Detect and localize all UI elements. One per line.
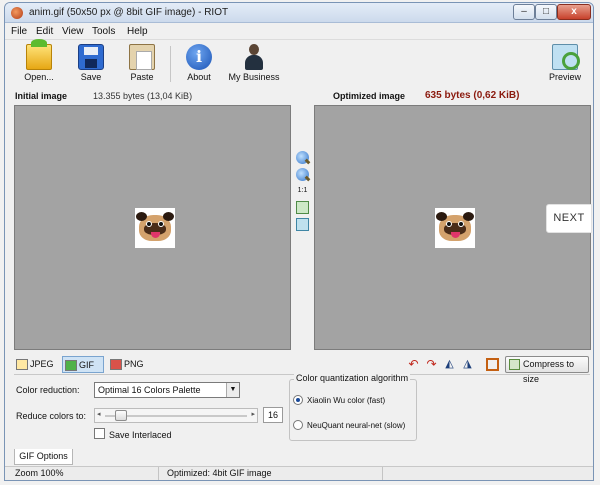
menu-bar: File Edit View Tools Help [5, 23, 593, 40]
gif-format-icon [65, 360, 77, 371]
reduce-colors-value[interactable]: 16 [263, 407, 283, 423]
flip-horizontal-icon[interactable]: ◭ [443, 358, 456, 371]
tab-png-label: PNG [124, 359, 144, 369]
paste-label: Paste [130, 72, 154, 82]
tab-gif[interactable]: GIF [62, 356, 104, 373]
maximize-button[interactable]: □ [535, 4, 557, 20]
status-zoom: Zoom 100% [11, 467, 159, 480]
sync-view-icon[interactable] [296, 218, 309, 231]
paste-button[interactable]: Paste [112, 42, 172, 86]
open-folder-icon [26, 39, 52, 70]
radio-xiaolin-wu[interactable] [293, 395, 303, 405]
save-interlaced-label: Save Interlaced [109, 430, 172, 440]
flip-vertical-icon[interactable]: ◮ [461, 358, 474, 371]
zoom-out-icon[interactable] [296, 168, 309, 181]
quantization-title: Color quantization algorithm [294, 373, 411, 383]
preview-icon [552, 44, 580, 70]
businessman-icon [241, 44, 267, 70]
quantization-group: Color quantization algorithm Xiaolin Wu … [289, 373, 417, 441]
slider-right-arrow-icon[interactable]: ▸ [251, 410, 255, 418]
riot-app-icon [11, 7, 23, 19]
floppy-disk-icon [78, 44, 104, 70]
status-bar: Zoom 100% Optimized: 4bit GIF image [5, 466, 593, 480]
riot-window: anim.gif (50x50 px @ 8bit GIF image) - R… [4, 2, 594, 481]
chevron-down-icon: ▼ [226, 383, 239, 397]
optimized-image-size: 635 bytes (0,62 KiB) [425, 90, 520, 101]
initial-image-label: Initial image [15, 91, 68, 101]
rotate-left-icon[interactable]: ↶ [407, 358, 420, 371]
format-toolbar: JPEG GIF PNG ↶ ↷ ◭ ◮ Compress to size [14, 355, 590, 384]
gif-options-panel: Color reduction: Optimal 16 Colors Palet… [14, 373, 590, 447]
menu-file[interactable]: File [11, 26, 27, 37]
title-bar: anim.gif (50x50 px @ 8bit GIF image) - R… [5, 3, 593, 23]
color-reduction-label: Color reduction: [16, 385, 80, 395]
png-format-icon [110, 359, 122, 370]
menu-edit[interactable]: Edit [36, 26, 53, 37]
compress-to-size-button[interactable]: Compress to size [505, 356, 589, 384]
zoom-in-icon[interactable] [296, 151, 309, 164]
image-info-strip: Initial image 13.355 bytes (13,04 KiB) O… [5, 88, 593, 104]
zoom-actual-size-button[interactable]: 1:1 [296, 184, 309, 197]
optimized-image-thumbnail [435, 208, 475, 248]
open-label: Open... [24, 72, 54, 82]
initial-image-size: 13.355 bytes (13,04 KiB) [93, 91, 193, 101]
next-button[interactable]: NEXT [546, 204, 592, 233]
preview-button[interactable]: Preview [535, 42, 593, 86]
tab-gif-options[interactable]: GIF Options [14, 449, 73, 465]
neuquant-label: NeuQuant neural-net (slow) [307, 421, 406, 430]
optimized-image-label: Optimized image [333, 91, 406, 101]
status-message: Optimized: 4bit GIF image [163, 467, 383, 480]
fit-to-window-icon[interactable] [296, 201, 309, 214]
tab-png[interactable]: PNG [108, 356, 150, 373]
main-toolbar: Open... Save Paste About My Business Pre… [5, 39, 593, 88]
minimize-button[interactable]: – [513, 4, 535, 20]
reduce-colors-label: Reduce colors to: [16, 411, 87, 421]
tab-jpeg-label: JPEG [30, 359, 54, 369]
color-reduction-select[interactable]: Optimal 16 Colors Palette ▼ [94, 382, 240, 398]
my-business-label: My Business [228, 72, 280, 82]
info-icon [186, 44, 212, 70]
crop-icon[interactable] [486, 358, 499, 371]
menu-view[interactable]: View [62, 26, 84, 37]
color-reduction-value: Optimal 16 Colors Palette [98, 385, 201, 395]
initial-image-thumbnail [135, 208, 175, 248]
save-interlaced-checkbox[interactable] [94, 428, 105, 439]
reduce-colors-slider[interactable]: ◂ ▸ [94, 408, 258, 423]
preview-label: Preview [548, 72, 581, 82]
jpeg-format-icon [16, 359, 28, 370]
xiaolin-wu-label: Xiaolin Wu color (fast) [307, 396, 386, 405]
window-title: anim.gif (50x50 px @ 8bit GIF image) - R… [29, 7, 229, 18]
menu-tools[interactable]: Tools [92, 26, 115, 37]
initial-image-pane[interactable] [14, 105, 291, 350]
slider-left-arrow-icon[interactable]: ◂ [97, 410, 101, 418]
tab-jpeg[interactable]: JPEG [14, 356, 56, 373]
compress-icon [509, 359, 520, 370]
open-button[interactable]: Open... [9, 39, 69, 86]
rotate-right-icon[interactable]: ↷ [425, 358, 438, 371]
menu-help[interactable]: Help [127, 26, 148, 37]
slider-thumb[interactable] [114, 410, 127, 421]
radio-neuquant[interactable] [293, 420, 303, 430]
clipboard-icon [129, 44, 155, 70]
my-business-button[interactable]: My Business [219, 42, 289, 86]
tab-gif-label: GIF [79, 360, 94, 370]
close-button[interactable]: x [557, 4, 591, 20]
